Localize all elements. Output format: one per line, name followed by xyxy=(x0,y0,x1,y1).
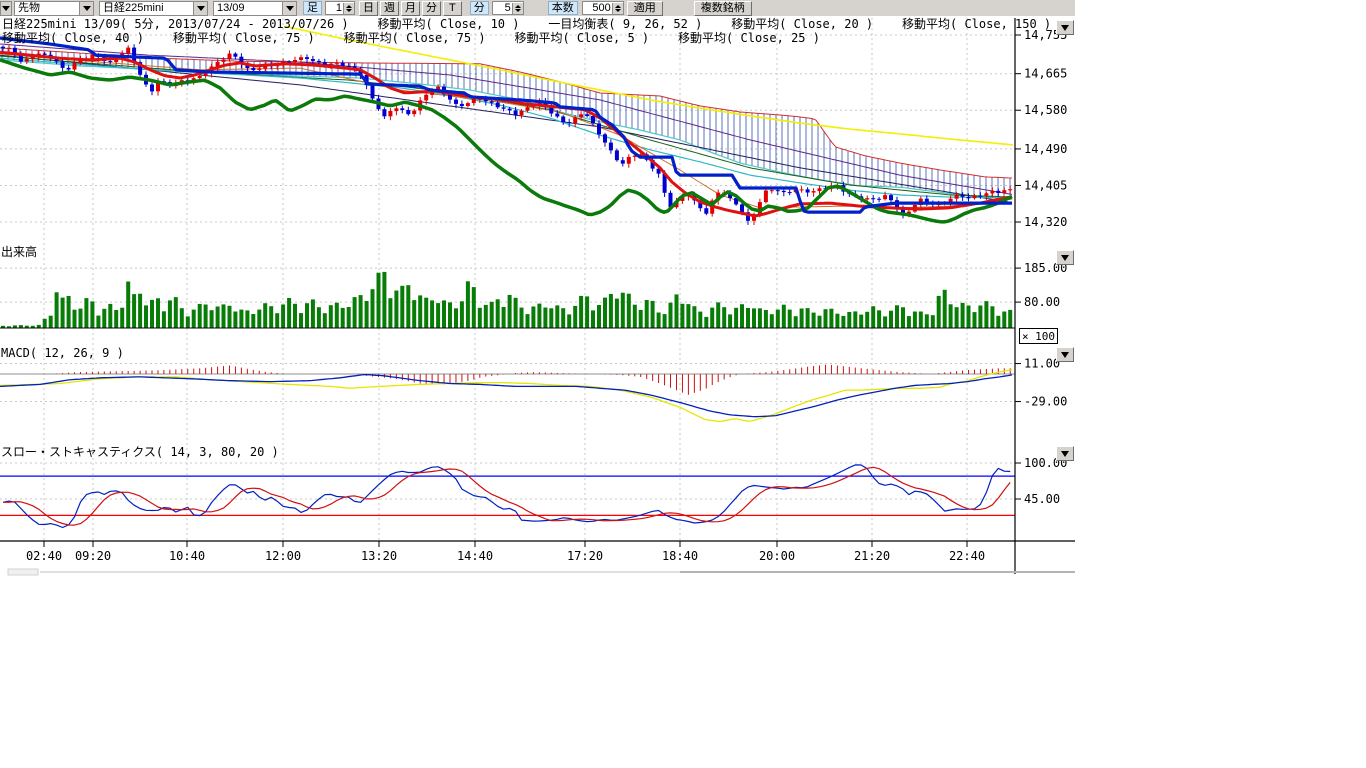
stochastics-pane-title: スロー・ストキャスティクス( 14, 3, 80, 20 ) xyxy=(1,446,279,459)
contract-select[interactable]: 13/09 xyxy=(213,1,297,16)
svg-text:22:40: 22:40 xyxy=(949,549,985,563)
toolbar: 先物 日経225mini 13/09 足 1 日 週 月 分 T 分 5 本数 … xyxy=(0,0,1075,17)
svg-text:18:40: 18:40 xyxy=(662,549,698,563)
count-label: 本数 xyxy=(548,1,578,15)
macd-pane-title: MACD( 12, 26, 9 ) xyxy=(1,347,124,360)
period-day-button[interactable]: 日 xyxy=(359,1,378,16)
unit-label: 分 xyxy=(470,1,489,15)
svg-text:11.00: 11.00 xyxy=(1024,357,1060,371)
volume-pane-title: 出来高 xyxy=(1,246,37,259)
market-select-value: 先物 xyxy=(15,2,79,15)
legend-row-2: 移動平均( Close, 40 ) 移動平均( Close, 75 ) 移動平均… xyxy=(2,32,820,45)
svg-text:13:20: 13:20 xyxy=(361,549,397,563)
scrollbar-left-stub[interactable] xyxy=(8,569,38,575)
multi-symbol-button[interactable]: 複数銘柄 xyxy=(694,1,752,16)
volume-multiplier-badge: × 100 xyxy=(1019,328,1058,344)
price-pane-menu-button[interactable] xyxy=(1056,20,1074,35)
trading-app-window: { "toolbar": { "market_select": {"value"… xyxy=(0,0,1366,768)
unit-value: 5 xyxy=(505,2,512,14)
svg-text:14,320: 14,320 xyxy=(1024,215,1067,229)
svg-text:14,665: 14,665 xyxy=(1024,67,1067,81)
svg-text:45.00: 45.00 xyxy=(1024,492,1060,506)
contract-select-value: 13/09 xyxy=(214,2,282,15)
count-value: 500 xyxy=(592,2,611,14)
svg-text:14,405: 14,405 xyxy=(1024,178,1067,192)
chevron-down-icon xyxy=(1061,25,1069,31)
period-month-button[interactable]: 月 xyxy=(401,1,420,16)
spinner-buttons-icon[interactable] xyxy=(343,3,354,14)
partial-dropdown-arrow-icon[interactable] xyxy=(0,1,12,16)
svg-text:20:00: 20:00 xyxy=(759,549,795,563)
macd-pane-menu-button[interactable] xyxy=(1056,347,1074,362)
svg-text:80.00: 80.00 xyxy=(1024,295,1060,309)
period-minute-button[interactable]: 分 xyxy=(422,1,441,16)
apply-button[interactable]: 適用 xyxy=(627,1,663,16)
period-tick-button[interactable]: T xyxy=(443,1,462,16)
count-stepper[interactable]: 500 xyxy=(582,1,624,15)
svg-text:14,580: 14,580 xyxy=(1024,103,1067,117)
svg-text:02:40: 02:40 xyxy=(26,549,62,563)
spinner-buttons-icon[interactable] xyxy=(512,3,523,14)
interval-stepper[interactable]: 1 xyxy=(325,1,355,15)
legend-row-1: 日経225mini 13/09( 5分, 2013/07/24 - 2013/0… xyxy=(2,18,1051,31)
svg-text:12:00: 12:00 xyxy=(265,549,301,563)
symbol-select-value: 日経225mini xyxy=(100,2,193,15)
volume-pane-menu-button[interactable] xyxy=(1056,250,1074,265)
svg-text:14,490: 14,490 xyxy=(1024,142,1067,156)
svg-text:21:20: 21:20 xyxy=(854,549,890,563)
bar-type-label: 足 xyxy=(303,1,322,15)
dropdown-arrow-icon[interactable] xyxy=(282,2,296,15)
chevron-down-icon xyxy=(1061,352,1069,358)
spinner-buttons-icon[interactable] xyxy=(612,3,623,14)
period-week-button[interactable]: 週 xyxy=(380,1,399,16)
svg-text:09:20: 09:20 xyxy=(75,549,111,563)
market-select[interactable]: 先物 xyxy=(14,1,94,16)
stochastics-pane-menu-button[interactable] xyxy=(1056,446,1074,461)
svg-text:14:40: 14:40 xyxy=(457,549,493,563)
chevron-down-icon xyxy=(1061,255,1069,261)
svg-text:-29.00: -29.00 xyxy=(1024,395,1067,409)
svg-text:10:40: 10:40 xyxy=(169,549,205,563)
interval-value: 1 xyxy=(336,2,343,14)
svg-text:17:20: 17:20 xyxy=(567,549,603,563)
chevron-down-icon xyxy=(1061,451,1069,457)
unit-stepper[interactable]: 5 xyxy=(492,1,524,15)
chart-canvas[interactable]: 02:40 09:20 10:40 12:00 13:20 14:40 17:20 18:40… xyxy=(0,16,1366,768)
symbol-select[interactable]: 日経225mini xyxy=(99,1,208,16)
dropdown-arrow-icon[interactable] xyxy=(193,2,207,15)
dropdown-arrow-icon[interactable] xyxy=(79,2,93,15)
